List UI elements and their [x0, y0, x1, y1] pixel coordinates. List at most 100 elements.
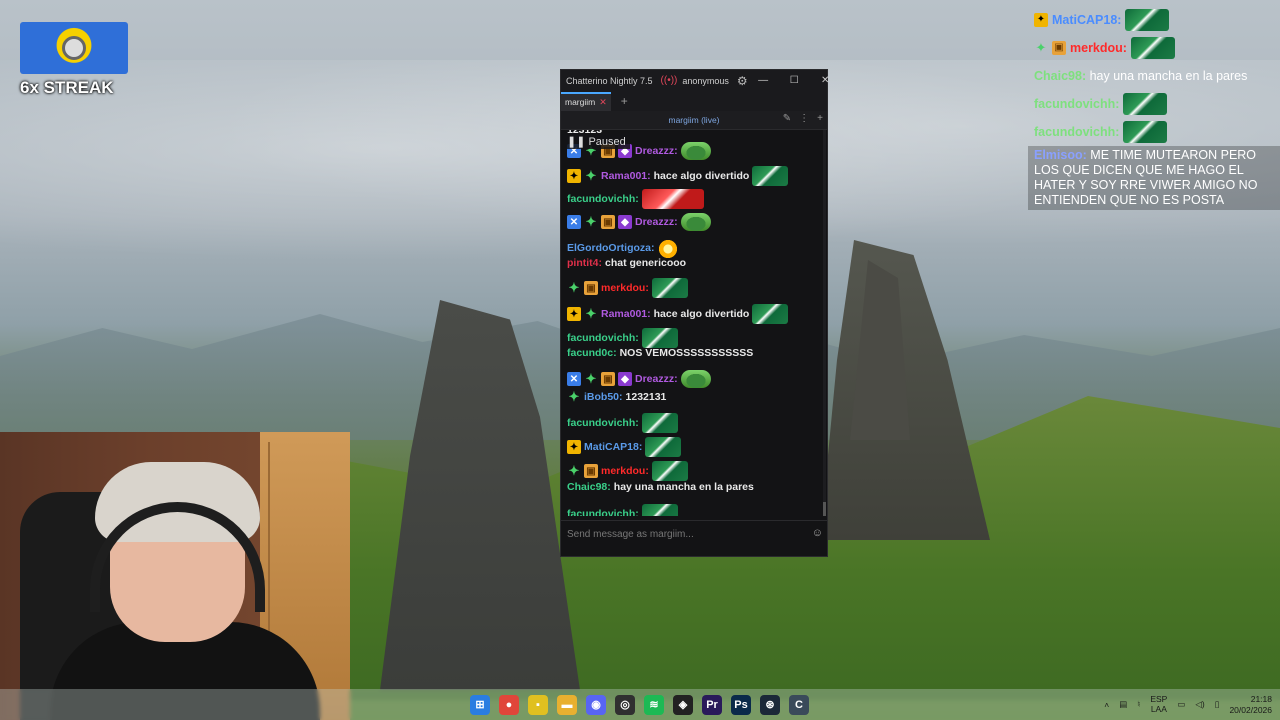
chevron-up-icon[interactable]: ˄: [1104, 700, 1109, 710]
chat-message[interactable]: ✦ MatiCAP18:: [561, 437, 827, 457]
verified-badge-icon[interactable]: ✦: [567, 280, 581, 295]
close-button[interactable]: ✕: [810, 75, 841, 86]
gift-badge-icon[interactable]: ▣: [1052, 41, 1066, 55]
flag-icon[interactable]: ▤: [1119, 699, 1127, 710]
chat-message[interactable]: Chaic98: hay una mancha en la pares: [561, 481, 827, 493]
moderator-badge-icon[interactable]: ✕: [567, 372, 581, 386]
account-switcher[interactable]: anonymous: [682, 76, 729, 86]
chat-username[interactable]: Dreazzz:: [635, 373, 678, 385]
scrollbar-thumb[interactable]: [823, 502, 826, 516]
subscriber-badge-icon[interactable]: ◆: [618, 372, 632, 386]
chat-message[interactable]: pintit4: chat genericooo: [561, 257, 827, 269]
chat-username[interactable]: facund0c:: [567, 347, 617, 359]
add-tab-button[interactable]: +: [621, 94, 628, 108]
broadcaster-badge-icon[interactable]: ✦: [1034, 13, 1048, 27]
chat-message[interactable]: ElGordoOrtigoza:: [561, 238, 827, 258]
verified-badge-icon[interactable]: ✦: [567, 463, 581, 478]
gear-icon[interactable]: ⚙: [737, 74, 748, 88]
team-emote[interactable]: [651, 278, 688, 298]
add-split-icon[interactable]: +: [817, 113, 823, 124]
verified-badge-icon[interactable]: ✦: [1034, 40, 1048, 55]
chat-message[interactable]: ✦ iBob50: 1232131: [561, 389, 827, 404]
discord-icon[interactable]: ◉: [586, 694, 606, 715]
chatterino-icon[interactable]: C: [789, 694, 809, 715]
chat-message[interactable]: facundovichh:: [561, 504, 827, 516]
minimize-button[interactable]: —: [748, 75, 779, 86]
team-emote[interactable]: [752, 166, 789, 186]
chat-username[interactable]: facundovichh:: [567, 193, 639, 205]
car-emote[interactable]: [641, 189, 704, 209]
maximize-button[interactable]: ☐: [779, 75, 810, 86]
chat-message[interactable]: facund0c: NOS VEMOSSSSSSSSSSS: [561, 347, 827, 359]
chat-message[interactable]: ✦ ✦ Rama001: hace algo divertido: [561, 304, 827, 324]
chat-message[interactable]: ✦ ✦ Rama001: hace algo divertido: [561, 166, 827, 186]
broadcaster-badge-icon[interactable]: ✦: [567, 307, 581, 321]
frog-emote[interactable]: [680, 213, 711, 231]
chat-message[interactable]: ✕ ✦ ▣ ◆ Dreazzz:: [561, 213, 827, 231]
chat-username[interactable]: facundovichh:: [567, 332, 639, 344]
verified-badge-icon[interactable]: ✦: [567, 389, 581, 404]
chat-username[interactable]: Rama001:: [601, 308, 651, 320]
broadcaster-badge-icon[interactable]: ✦: [567, 440, 581, 454]
chat-username[interactable]: MatiCAP18:: [584, 441, 642, 453]
moderator-badge-icon[interactable]: ✕: [567, 215, 581, 229]
scrollbar[interactable]: [823, 130, 826, 516]
chat-username[interactable]: ElGordoOrtigoza:: [567, 242, 655, 254]
verified-badge-icon[interactable]: ✦: [584, 168, 598, 183]
paused-indicator[interactable]: ❚❚ Paused: [563, 134, 630, 149]
emoji-icon[interactable]: ☺: [812, 527, 823, 539]
chat-message[interactable]: facundovichh:: [561, 189, 827, 209]
frog-emote[interactable]: [680, 142, 711, 160]
chat-message[interactable]: ✦ ▣ merkdou:: [561, 278, 827, 298]
gift-badge-icon[interactable]: ▣: [601, 215, 615, 229]
gift-badge-icon[interactable]: ▣: [601, 372, 615, 386]
chrome-icon[interactable]: ●: [499, 694, 519, 715]
chat-username[interactable]: iBob50:: [584, 391, 623, 403]
steam-icon[interactable]: ⊛: [760, 694, 780, 715]
split-header[interactable]: margiim (live) ✎ ⋮ +: [561, 111, 827, 130]
chat-username[interactable]: Dreazzz:: [635, 216, 678, 228]
subscriber-badge-icon[interactable]: ◆: [618, 215, 632, 229]
gift-badge-icon[interactable]: ▣: [584, 464, 598, 478]
message-list[interactable]: ❚❚ Paused 123123 ✕ ✦ ▣ ◆ Dreazzz: ✦ ✦ Rama001: hac…: [561, 130, 827, 516]
spotify-icon[interactable]: ≋: [644, 694, 664, 715]
chat-message[interactable]: ✕ ✦ ▣ ◆ Dreazzz:: [561, 370, 827, 388]
team-emote[interactable]: [651, 461, 688, 481]
windows-start-icon[interactable]: ⊞: [470, 694, 490, 715]
more-options-icon[interactable]: ⋮: [799, 113, 809, 124]
frog-emote[interactable]: [680, 370, 711, 388]
mic-icon[interactable]: ♮: [1137, 699, 1140, 710]
chat-username[interactable]: facundovichh:: [567, 508, 639, 516]
broadcaster-badge-icon[interactable]: ✦: [567, 169, 581, 183]
team-emote[interactable]: [752, 304, 789, 324]
chat-username[interactable]: merkdou:: [601, 282, 649, 294]
verified-badge-icon[interactable]: ✦: [584, 214, 598, 229]
team-emote[interactable]: [645, 437, 682, 457]
file-explorer-icon[interactable]: ▬: [557, 694, 577, 715]
team-emote[interactable]: [641, 328, 678, 348]
chat-username[interactable]: merkdou:: [601, 465, 649, 477]
gift-badge-icon[interactable]: ▣: [584, 281, 598, 295]
obs-icon[interactable]: ◎: [615, 694, 635, 715]
chat-message[interactable]: ✦ ▣ merkdou:: [561, 461, 827, 481]
clock[interactable]: 21:18 20/02/2026: [1229, 694, 1272, 714]
moderation-icon[interactable]: ✎: [783, 113, 791, 124]
team-emote[interactable]: [641, 504, 678, 516]
team-emote[interactable]: [641, 413, 678, 433]
volume-icon[interactable]: ◁): [1195, 699, 1204, 710]
chat-username[interactable]: facundovichh:: [567, 417, 639, 429]
verified-badge-icon[interactable]: ✦: [584, 371, 598, 386]
message-input[interactable]: Send message as margiim... ☺: [561, 520, 827, 547]
chat-username[interactable]: Chaic98:: [567, 481, 611, 493]
chat-message[interactable]: facundovichh:: [561, 328, 827, 348]
network-icon[interactable]: ▭: [1177, 699, 1185, 710]
photoshop-icon[interactable]: Ps: [731, 694, 751, 715]
tab-margiim[interactable]: margiim ✕: [561, 91, 611, 111]
chat-message[interactable]: facundovichh:: [561, 413, 827, 433]
sticky-notes-icon[interactable]: ▪: [528, 694, 548, 715]
window-titlebar[interactable]: Chatterino Nightly 7.5 ((•)) anonymous ⚙…: [561, 70, 829, 91]
fire-emote[interactable]: [657, 238, 678, 258]
capture-icon[interactable]: ◈: [673, 694, 693, 715]
premiere-icon[interactable]: Pr: [702, 694, 722, 715]
verified-badge-icon[interactable]: ✦: [584, 306, 598, 321]
